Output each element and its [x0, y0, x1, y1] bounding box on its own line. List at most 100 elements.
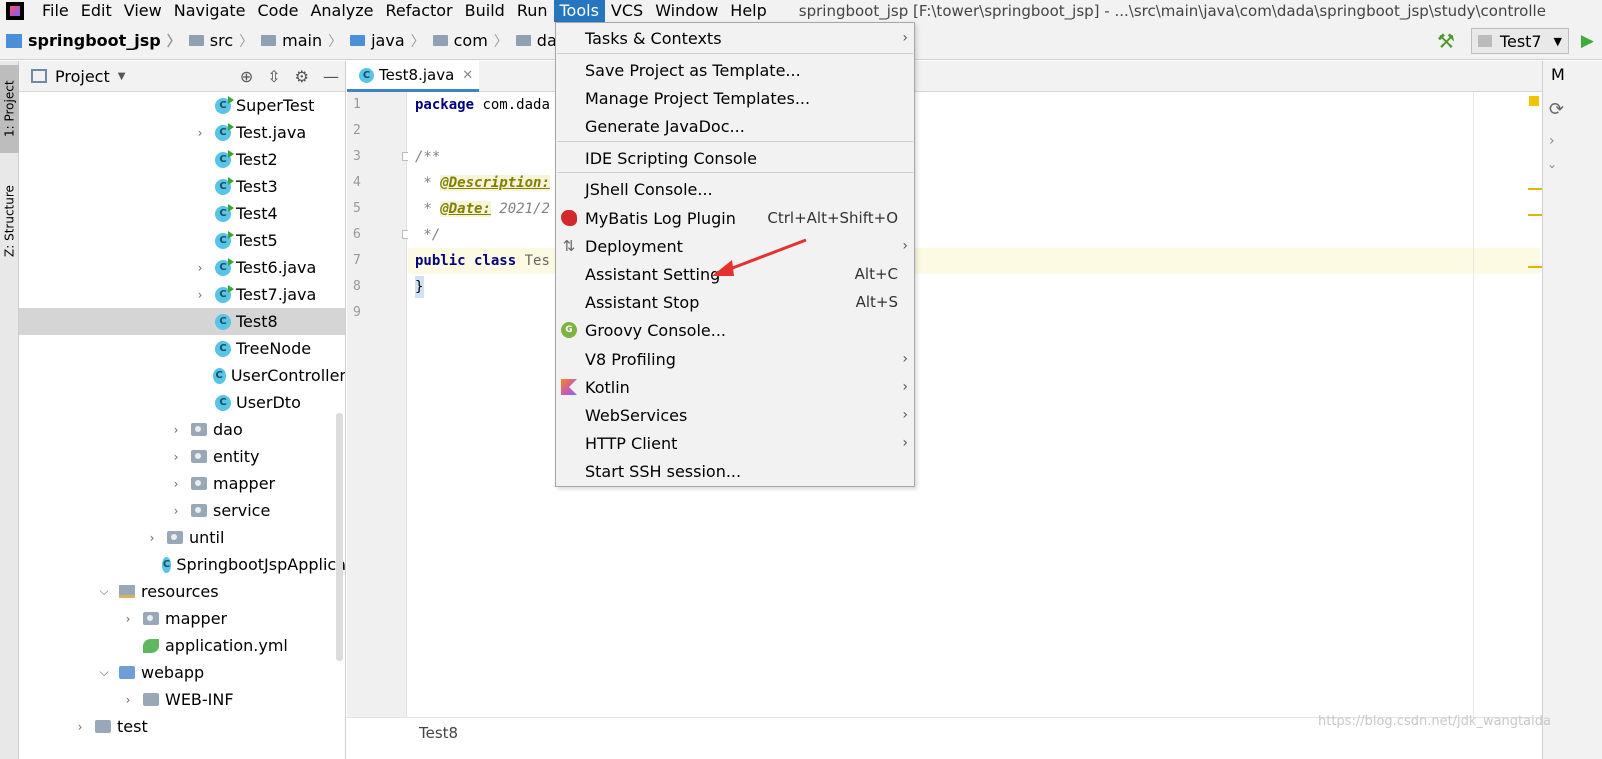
tree-item[interactable]: C UserController	[19, 362, 346, 389]
tree-item[interactable]: › mapper	[19, 605, 345, 632]
gear-icon[interactable]: ⚙	[295, 67, 309, 86]
chevron-down-icon[interactable]: ⌵	[97, 665, 111, 680]
project-panel-title[interactable]: Project	[55, 67, 110, 86]
run-configuration-selector[interactable]: Test7 ▼	[1470, 28, 1569, 54]
tree-item[interactable]: › entity	[19, 443, 345, 470]
close-icon[interactable]: ✕	[462, 68, 473, 83]
chevron-down-icon[interactable]: ▼	[118, 71, 126, 82]
menu-build[interactable]: Build	[459, 0, 511, 22]
menu-view[interactable]: View	[118, 0, 168, 22]
minimize-icon[interactable]: —	[323, 67, 339, 86]
tree-item[interactable]: ⌵ resources	[19, 578, 345, 605]
menu-window[interactable]: Window	[649, 0, 724, 22]
editor-tab-test8[interactable]: C Test8.java ✕	[347, 61, 479, 92]
tree-item[interactable]: › test	[19, 713, 345, 740]
tool-tab-project[interactable]: 1: Project	[0, 65, 19, 153]
tree-item[interactable]: › C Test7.java	[19, 281, 345, 308]
tools-menu-item[interactable]: HTTP Client ›	[556, 429, 914, 457]
chevron-right-icon[interactable]: ›	[193, 126, 207, 140]
breadcrumb-main[interactable]: main 〉	[257, 31, 342, 51]
chevron-right-icon[interactable]: ›	[169, 450, 183, 464]
tools-menu-item[interactable]: Generate JavaDoc...	[556, 112, 914, 140]
tools-menu-item[interactable]: Assistant Setting Alt+C	[556, 260, 914, 288]
tree-item[interactable]: › C Test.java	[19, 119, 345, 146]
chevron-right-icon[interactable]: ›	[169, 477, 183, 491]
chevron-right-icon[interactable]: ›	[169, 504, 183, 518]
maven-tab[interactable]: M	[1551, 65, 1565, 84]
tree-item[interactable]: C TreeNode	[19, 335, 345, 362]
menu-vcs[interactable]: VCS	[605, 0, 649, 22]
menu-refactor[interactable]: Refactor	[380, 0, 459, 22]
chevron-down-icon[interactable]: ⌄	[1547, 157, 1557, 171]
chevron-right-icon[interactable]: ›	[145, 531, 159, 545]
breadcrumb-java[interactable]: java 〉	[346, 31, 425, 51]
tree-item[interactable]: C UserDto	[19, 389, 345, 416]
warning-mark[interactable]	[1528, 188, 1542, 190]
menu-tools[interactable]: Tools	[553, 0, 605, 22]
line-number: 7	[353, 253, 361, 268]
menu-navigate[interactable]: Navigate	[168, 0, 252, 22]
tree-item[interactable]: › until	[19, 524, 345, 551]
tools-menu-item[interactable]: Save Project as Template...	[556, 56, 914, 84]
warning-mark[interactable]	[1528, 214, 1542, 216]
menu-analyze[interactable]: Analyze	[304, 0, 379, 22]
scrollbar[interactable]	[336, 413, 343, 661]
chevron-right-icon[interactable]: ›	[73, 720, 87, 734]
menu-file[interactable]: File	[36, 0, 75, 22]
package-icon	[191, 450, 207, 463]
build-hammer-icon[interactable]: ⚒	[1437, 29, 1455, 53]
tree-item[interactable]: C SpringbootJspApplica	[19, 551, 345, 578]
tree-item[interactable]: › WEB-INF	[19, 686, 345, 713]
refresh-icon[interactable]: ⟳	[1549, 99, 1564, 120]
groovy-icon: G	[561, 322, 577, 338]
tree-item[interactable]: C Test5	[19, 227, 345, 254]
tools-menu-item[interactable]: JShell Console...	[556, 175, 914, 203]
tree-item[interactable]: › C Test6.java	[19, 254, 345, 281]
run-play-icon[interactable]: ▶	[1581, 31, 1594, 51]
breadcrumb-class[interactable]: Test8	[419, 724, 458, 742]
tools-menu-item[interactable]: Manage Project Templates...	[556, 84, 914, 112]
collapse-all-icon[interactable]: ⇳	[267, 67, 280, 86]
breadcrumb-src[interactable]: src 〉	[185, 31, 253, 51]
tree-item[interactable]: ⌵ webapp	[19, 659, 345, 686]
tools-menu-item[interactable]: MyBatis Log Plugin Ctrl+Alt+Shift+O	[556, 204, 914, 232]
tools-menu-item[interactable]: Kotlin ›	[556, 373, 914, 401]
tree-item[interactable]: C Test2	[19, 146, 345, 173]
tree-item[interactable]: C Test8	[19, 308, 345, 335]
locate-target-icon[interactable]: ⊕	[240, 67, 253, 86]
chevron-right-icon[interactable]: ›	[1549, 133, 1555, 149]
breadcrumb-com[interactable]: com 〉	[429, 31, 508, 51]
menu-run[interactable]: Run	[511, 0, 554, 22]
tree-item[interactable]: application.yml	[19, 632, 345, 659]
tools-menu-item[interactable]: Start SSH session...	[556, 457, 914, 485]
warning-mark[interactable]	[1528, 266, 1542, 268]
tools-menu-item[interactable]: ⇅ Deployment ›	[556, 232, 914, 260]
tree-item[interactable]: C Test3	[19, 173, 345, 200]
tree-item[interactable]: › mapper	[19, 470, 345, 497]
chevron-right-icon[interactable]: ›	[193, 288, 207, 302]
chevron-down-icon[interactable]: ⌵	[97, 584, 111, 599]
menu-edit[interactable]: Edit	[75, 0, 118, 22]
menu-code[interactable]: Code	[252, 0, 305, 22]
tools-menu-item[interactable]: IDE Scripting Console	[556, 144, 914, 172]
chevron-right-icon[interactable]: ›	[169, 423, 183, 437]
tools-menu-item[interactable]: V8 Profiling ›	[556, 345, 914, 373]
chevron-right-icon[interactable]: ›	[193, 261, 207, 275]
chevron-right-icon[interactable]: ›	[121, 693, 135, 707]
breadcrumb-project[interactable]: springboot_jsp 〉	[0, 31, 181, 51]
warning-indicator-icon[interactable]	[1529, 96, 1539, 106]
tool-tab-structure[interactable]: Z: Structure	[0, 171, 19, 271]
package-icon	[515, 35, 531, 46]
tools-menu-item[interactable]: G Groovy Console...	[556, 316, 914, 344]
tools-menu-item[interactable]: WebServices ›	[556, 401, 914, 429]
tools-menu-item[interactable]: Tasks & Contexts ›	[556, 24, 914, 52]
chevron-right-icon[interactable]: ›	[121, 612, 135, 626]
tree-item-label: UserController	[230, 366, 346, 385]
tools-menu-item[interactable]: Assistant Stop Alt+S	[556, 288, 914, 316]
tree-item[interactable]: › dao	[19, 416, 345, 443]
tree-item[interactable]: › service	[19, 497, 345, 524]
keyboard-shortcut: Alt+C	[854, 265, 898, 283]
tree-item[interactable]: C Test4	[19, 200, 345, 227]
tree-item[interactable]: C SuperTest	[19, 92, 345, 119]
menu-help[interactable]: Help	[724, 0, 772, 22]
